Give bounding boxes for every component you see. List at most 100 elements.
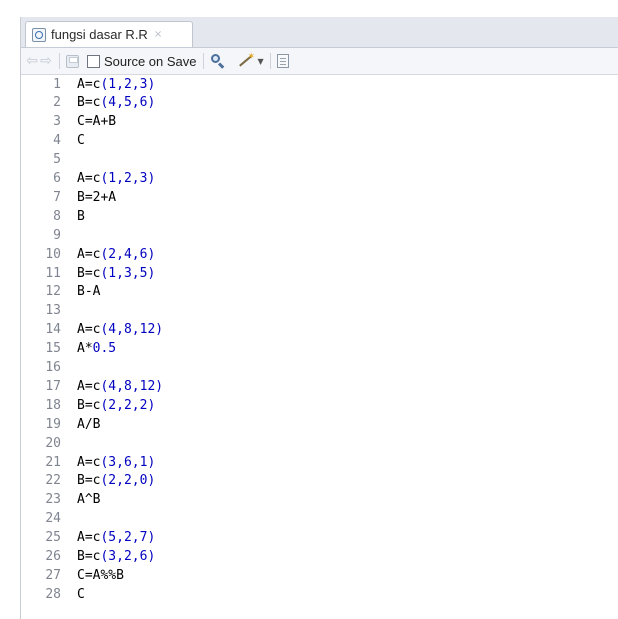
code-text[interactable]: B=c(1,3,5) bbox=[77, 266, 155, 281]
compile-notebook-button[interactable] bbox=[276, 51, 289, 71]
code-token: A/B bbox=[77, 416, 101, 432]
code-text[interactable]: A=c(1,2,3) bbox=[77, 171, 155, 186]
code-line[interactable]: 19 A/B bbox=[21, 415, 618, 433]
code-token: B bbox=[77, 208, 85, 224]
line-number: 6 bbox=[53, 171, 61, 186]
code-line[interactable]: 16 bbox=[21, 359, 618, 377]
code-text[interactable]: C=A+B bbox=[77, 114, 116, 129]
code-line[interactable]: 2 B=c(4,5,6) bbox=[21, 94, 618, 112]
code-line[interactable]: 26 B=c(3,2,6) bbox=[21, 548, 618, 566]
line-number: 12 bbox=[45, 284, 61, 300]
arrow-right-icon: ⇨ bbox=[40, 53, 52, 69]
code-line[interactable]: 4C bbox=[21, 132, 618, 150]
numeric-literal: (1,2,3) bbox=[100, 76, 156, 92]
toolbar-divider bbox=[202, 53, 204, 69]
code-text[interactable]: B=c(2,2,2) bbox=[77, 398, 155, 413]
numeric-literal: (1,3,5) bbox=[100, 265, 156, 281]
code-line[interactable]: 15 A*0.5 bbox=[21, 340, 618, 358]
code-line[interactable]: 14 A=c(4,8,12) bbox=[21, 321, 618, 339]
code-text[interactable]: A=c(4,8,12) bbox=[77, 322, 163, 337]
source-on-save-toggle[interactable]: Source on Save bbox=[87, 51, 197, 71]
code-line[interactable]: 13 bbox=[21, 302, 618, 320]
code-line[interactable]: 7 B=2+A bbox=[21, 188, 618, 206]
code-text[interactable]: C=A%%B bbox=[77, 568, 124, 583]
line-number: 26 bbox=[45, 549, 61, 564]
code-text[interactable]: A=c(2,4,6) bbox=[77, 247, 155, 262]
line-number: 19 bbox=[45, 416, 61, 432]
code-editor[interactable]: 1 A=c(1,2,3) 2 B=c(4,5,6) 3 C=A+B 4 C 5 6 A=c(1,2,… bbox=[21, 75, 618, 619]
tab-fungsi-dasar[interactable]: fungsi dasar R.R × bbox=[25, 21, 193, 47]
code-token: C bbox=[77, 133, 85, 149]
code-line[interactable]: 21 A=c(3,6,1) bbox=[21, 453, 618, 471]
line-number: 3 bbox=[53, 114, 61, 130]
toolbar-divider bbox=[269, 53, 271, 69]
code-line[interactable]: 10 A=c(2,4,6) bbox=[21, 245, 618, 263]
code-line[interactable]: 1 A=c(1,2,3) bbox=[21, 75, 618, 93]
code-line[interactable]: 8B bbox=[21, 207, 618, 225]
code-text[interactable]: A/B bbox=[77, 417, 100, 432]
code-line[interactable]: 17 A=c(4,8,12) bbox=[21, 377, 618, 395]
code-line[interactable]: 11 B=c(1,3,5) bbox=[21, 264, 618, 282]
numeric-literal: (3,2,6) bbox=[100, 549, 156, 564]
code-token: C=A+B bbox=[77, 114, 117, 130]
code-line[interactable]: 23 A^B bbox=[21, 491, 618, 509]
code-token: A=c bbox=[77, 246, 101, 262]
numeric-literal: (1,2,3) bbox=[100, 171, 156, 186]
code-text[interactable]: A*0.5 bbox=[77, 341, 116, 356]
code-token: B=c bbox=[77, 473, 101, 489]
r-script-icon bbox=[32, 27, 46, 42]
numeric-literal: (2,2,2) bbox=[100, 397, 156, 413]
code-line[interactable]: 24 bbox=[21, 510, 618, 528]
magic-wand-icon: ✶ bbox=[236, 52, 256, 69]
notebook-icon bbox=[276, 54, 289, 68]
back-button[interactable]: ⇦ bbox=[25, 51, 39, 71]
code-line[interactable]: 9 bbox=[21, 226, 618, 244]
forward-button[interactable]: ⇨ bbox=[39, 51, 53, 71]
code-line[interactable]: 5 bbox=[21, 151, 618, 169]
line-number: 10 bbox=[45, 246, 61, 262]
code-token: B=c bbox=[77, 397, 101, 413]
source-on-save-checkbox[interactable] bbox=[87, 54, 100, 68]
code-text[interactable]: C bbox=[77, 587, 85, 602]
close-icon[interactable]: × bbox=[154, 29, 162, 40]
code-line[interactable]: 22 B=c(2,2,0) bbox=[21, 472, 618, 490]
code-line[interactable]: 28 C bbox=[21, 585, 618, 603]
code-token: B=c bbox=[77, 549, 101, 564]
numeric-literal: (4,8,12) bbox=[100, 378, 164, 394]
code-line[interactable]: 18 B=c(2,2,2) bbox=[21, 396, 618, 414]
code-tools-button[interactable]: ✶ ▼ bbox=[236, 51, 264, 71]
search-icon bbox=[210, 53, 226, 69]
line-number: 8 bbox=[53, 208, 61, 224]
arrow-left-icon: ⇦ bbox=[26, 53, 38, 69]
save-button[interactable] bbox=[66, 51, 79, 71]
code-text[interactable]: A^B bbox=[77, 492, 100, 507]
line-number: 27 bbox=[45, 567, 61, 583]
code-text[interactable]: B-A bbox=[77, 284, 100, 299]
code-text[interactable]: A=c(4,8,12) bbox=[77, 379, 163, 394]
code-line[interactable]: 27 C=A%%B bbox=[21, 566, 618, 584]
line-number: 11 bbox=[45, 265, 61, 281]
chevron-down-icon: ▼ bbox=[257, 56, 264, 66]
code-text[interactable]: B bbox=[77, 209, 85, 224]
code-text[interactable]: A=c(3,6,1) bbox=[77, 455, 155, 470]
code-line[interactable]: 12 B-A bbox=[21, 283, 618, 301]
code-line[interactable]: 20 bbox=[21, 434, 618, 452]
code-line[interactable]: 6 A=c(1,2,3) bbox=[21, 170, 618, 188]
code-text[interactable]: C bbox=[77, 133, 85, 148]
code-line[interactable]: 3 C=A+B bbox=[21, 113, 618, 131]
code-text[interactable]: B=2+A bbox=[77, 190, 116, 205]
code-line[interactable]: 25 A=c(5,2,7) bbox=[21, 529, 618, 547]
line-number: 14 bbox=[45, 322, 61, 338]
code-token: A=c bbox=[77, 530, 101, 546]
line-number: 17 bbox=[45, 378, 61, 394]
code-text[interactable]: A=c(5,2,7) bbox=[77, 530, 155, 545]
find-replace-button[interactable] bbox=[210, 51, 226, 71]
code-text[interactable]: B=c(2,2,0) bbox=[77, 473, 155, 488]
line-number: 15 bbox=[45, 341, 61, 357]
numeric-literal: (3,6,1) bbox=[100, 454, 156, 470]
numeric-literal: (4,5,6) bbox=[100, 95, 156, 111]
code-text[interactable]: B=c(3,2,6) bbox=[77, 549, 155, 564]
line-number: 7 bbox=[53, 189, 61, 205]
code-text[interactable]: A=c(1,2,3) bbox=[77, 77, 155, 92]
code-text[interactable]: B=c(4,5,6) bbox=[77, 95, 155, 110]
